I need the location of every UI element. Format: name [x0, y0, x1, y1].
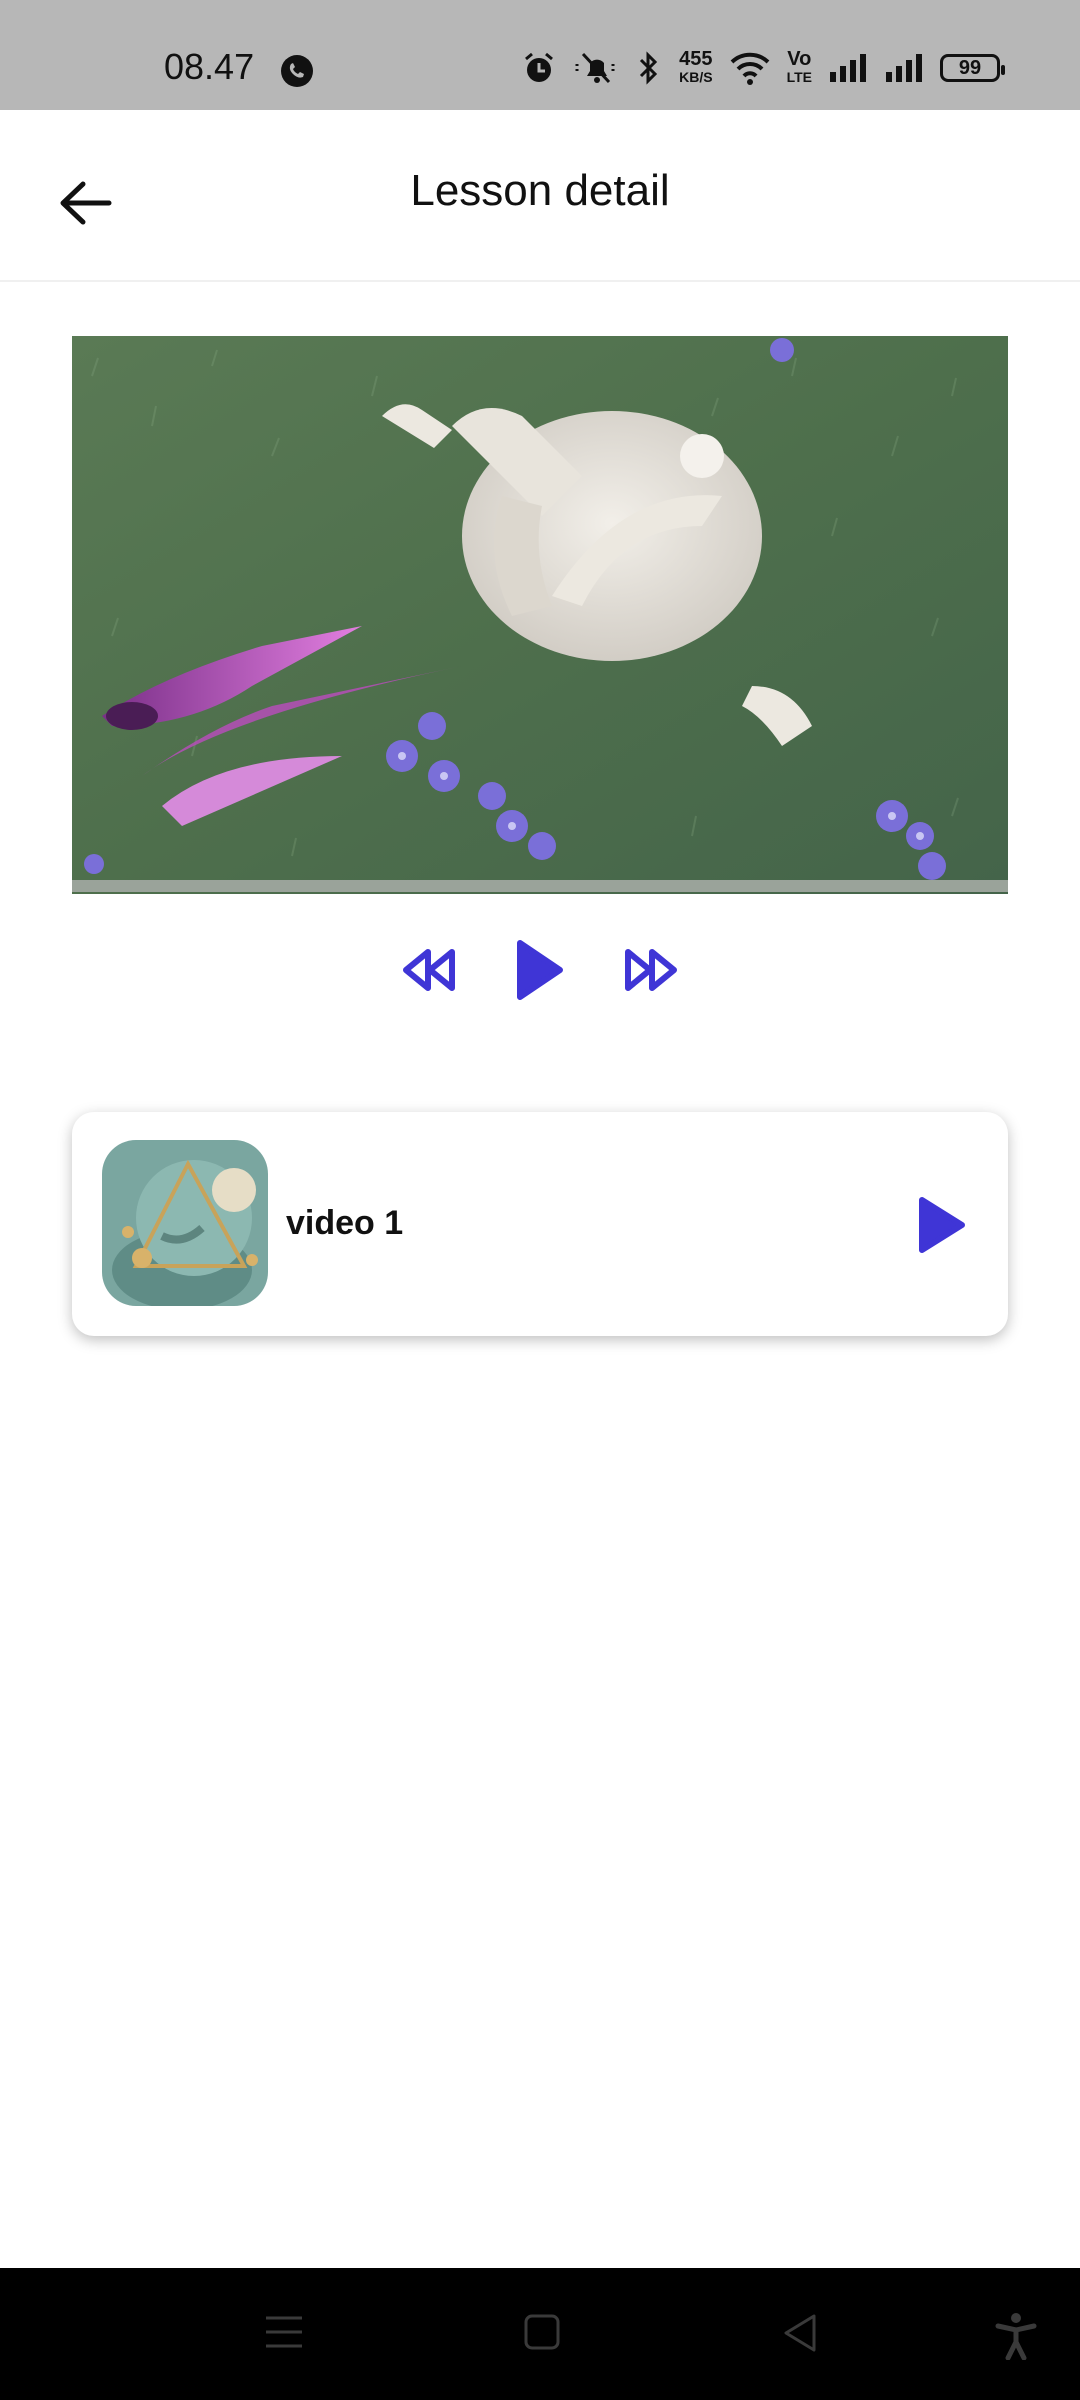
play-button[interactable] [514, 937, 566, 1003]
network-speed-value: 455 [679, 48, 713, 70]
app-header: Lesson detail [0, 110, 1080, 282]
volte-bottom: LTE [786, 69, 812, 85]
lesson-video-card[interactable]: video 1 [72, 1112, 1008, 1336]
volte-indicator: Vo LTE [786, 48, 812, 86]
square-home-icon [524, 2314, 560, 2350]
play-icon [517, 940, 563, 1000]
nav-accessibility-button[interactable] [994, 2312, 1038, 2360]
video-frame-image [72, 336, 1008, 894]
battery-level: 99 [958, 56, 982, 79]
status-time: 08.47 [164, 46, 255, 87]
play-icon [919, 1197, 965, 1253]
rewind-icon [403, 949, 455, 991]
system-nav-bar [0, 2268, 1080, 2400]
whatsapp-icon [278, 52, 316, 95]
status-icons: 455 KB/S Vo LTE 99 [521, 48, 1005, 86]
alarm-icon [521, 50, 557, 86]
nav-menu-button[interactable] [262, 2312, 306, 2352]
status-bar: 08.47 455 KB/S Vo LTE 99 [0, 0, 1080, 110]
accessibility-icon [995, 2313, 1037, 2360]
page-title: Lesson detail [410, 166, 670, 215]
fast-forward-button[interactable] [622, 946, 680, 994]
playback-controls [0, 930, 1080, 1010]
video-thumbnail [102, 1140, 268, 1306]
nav-back-button[interactable] [780, 2312, 820, 2354]
video-play-button[interactable] [912, 1190, 972, 1260]
volte-top: Vo [787, 48, 812, 70]
video-title: video 1 [286, 1204, 404, 1242]
menu-icon [266, 2316, 302, 2348]
triangle-back-icon [784, 2314, 816, 2352]
video-player[interactable] [72, 336, 1008, 894]
wifi-icon [729, 51, 771, 85]
silent-icon [573, 50, 617, 86]
bluetooth-icon [633, 50, 663, 86]
signal-1-icon [828, 52, 868, 84]
network-speed-unit: KB/S [679, 69, 713, 85]
network-speed: 455 KB/S [679, 48, 713, 86]
fast-forward-icon [625, 949, 677, 991]
signal-2-icon [884, 52, 924, 84]
video-progress-bar[interactable] [72, 880, 1008, 892]
battery-indicator: 99 [940, 54, 1005, 82]
rewind-button[interactable] [400, 946, 458, 994]
nav-home-button[interactable] [522, 2312, 562, 2352]
